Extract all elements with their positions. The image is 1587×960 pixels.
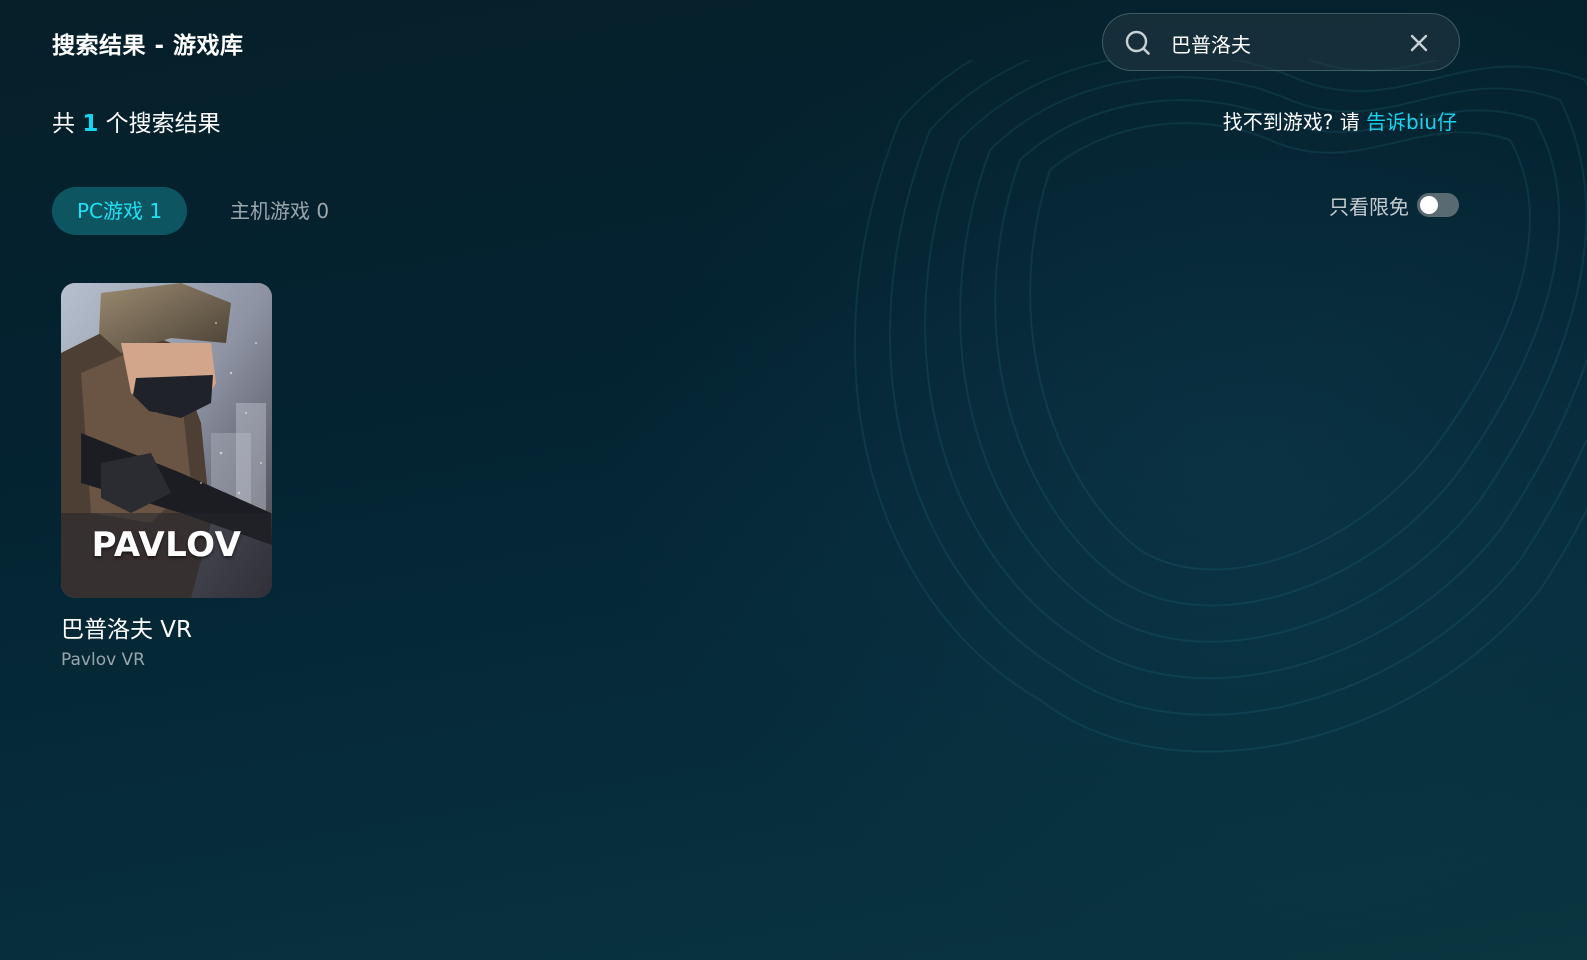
cover-title: PAVLOV [91, 525, 242, 565]
result-count-number: 1 [82, 111, 99, 137]
feedback-text: 找不到游戏? 请 [1222, 110, 1367, 134]
toggle-knob [1420, 196, 1438, 214]
free-only-label: 只看限免 [1329, 194, 1409, 219]
free-only-filter: 只看限免 [1329, 190, 1459, 220]
page-title: 搜索结果 - 游戏库 [52, 33, 244, 59]
game-cover[interactable]: PAVLOV [61, 283, 272, 598]
search-box[interactable] [1102, 13, 1460, 71]
search-icon[interactable] [1124, 29, 1152, 57]
game-title-cn[interactable]: 巴普洛夫 VR [61, 610, 272, 644]
result-count-prefix: 共 [52, 111, 83, 137]
close-icon[interactable] [1409, 33, 1429, 53]
result-count: 共 1 个搜索结果 [52, 104, 221, 138]
search-input[interactable] [1171, 28, 1381, 58]
free-only-toggle[interactable] [1417, 193, 1459, 217]
game-title-en: Pavlov VR [61, 650, 145, 670]
result-count-suffix: 个搜索结果 [98, 111, 221, 137]
tab-console-games[interactable]: 主机游戏 0 [230, 187, 329, 235]
feedback-link[interactable]: 告诉biu仔 [1366, 110, 1457, 134]
background-decoration [853, 60, 1587, 753]
game-card[interactable]: PAVLOV 巴普洛夫 VR Pavlov VR [61, 283, 272, 670]
tab-pc-games[interactable]: PC游戏 1 [52, 187, 187, 235]
feedback-prompt: 找不到游戏? 请 告诉biu仔 [1223, 106, 1457, 135]
